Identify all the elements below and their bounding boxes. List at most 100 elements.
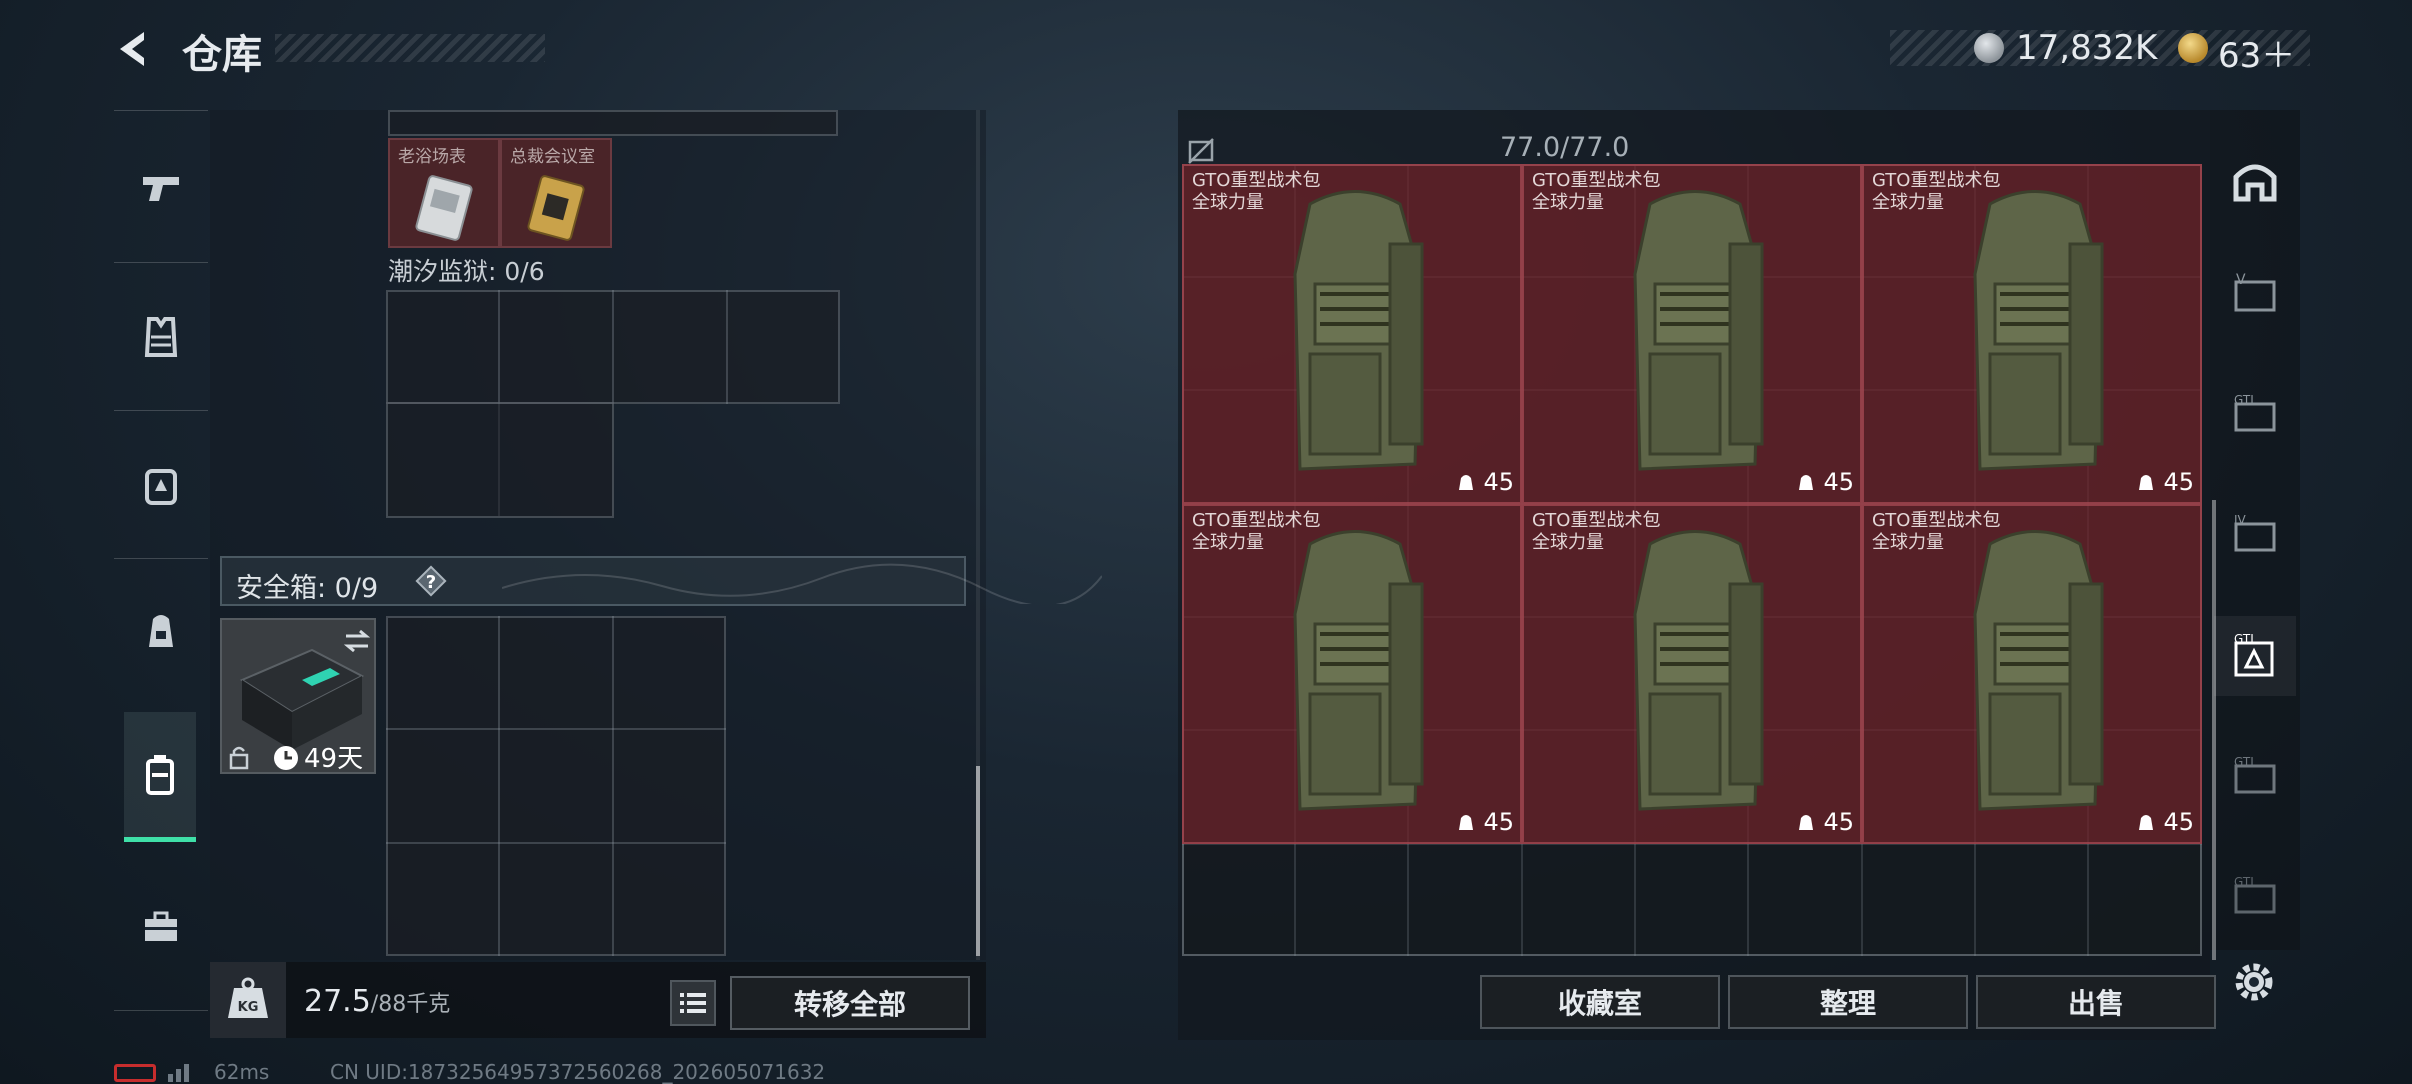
slot-divider [612, 616, 614, 956]
gti-last-icon: GTI [2234, 875, 2276, 914]
weight-capacity: /88千克 [370, 992, 451, 1017]
silver-coin-icon [1974, 33, 2004, 63]
weight-readout: 27.5/88千克 [304, 984, 450, 1019]
rail-item-toolbox[interactable] [114, 862, 208, 992]
svg-text:GTI: GTI [2234, 632, 2254, 646]
backpack-capacity: 45 [1796, 468, 1854, 496]
stash-tab-gti-active[interactable]: GTI [2214, 616, 2296, 696]
safebox-slot-grid[interactable] [386, 616, 726, 956]
rail-item-weapons[interactable] [114, 124, 208, 254]
gear-icon [2235, 963, 2273, 1001]
backpack-item[interactable]: GTO重型战术包 全球力量 45 [1522, 164, 1862, 504]
backpack-small-icon [2138, 815, 2153, 830]
gti-active-icon: GTI [2234, 632, 2274, 677]
title-decoration [275, 34, 545, 62]
sell-button[interactable]: 出售 [1976, 975, 2216, 1029]
backpack-small-icon [1458, 815, 1473, 830]
safebox-label: 安全箱: 0/9 [236, 573, 379, 604]
backpack-image [1293, 190, 1424, 471]
back-arrow-icon [120, 32, 144, 66]
slot-divider [612, 290, 614, 404]
svg-text:GTI: GTI [2234, 755, 2254, 769]
slot-divider [726, 290, 728, 404]
back-button[interactable] [110, 24, 160, 74]
svg-text:KG: KG [238, 1000, 259, 1015]
gti-iv-icon: IV [2234, 513, 2276, 552]
key-card-image [415, 175, 473, 241]
slot-divider [386, 728, 726, 730]
slot-divider [498, 616, 500, 956]
backpack-item[interactable]: GTO重型战术包 全球力量 45 [1862, 164, 2202, 504]
rail-item-backpack[interactable] [114, 566, 208, 696]
uid-readout: CN UID:18732564957372560268_202605071632 [330, 1060, 826, 1084]
rail-divider [114, 558, 208, 559]
rail-divider [114, 110, 208, 111]
currency-b-value[interactable]: 63＋ [2218, 28, 2295, 77]
svg-text:V: V [2236, 272, 2246, 288]
stash-capacity: 77.0/77.0 [1500, 132, 1630, 163]
key-card-label: 总裁会议室 [510, 147, 595, 167]
backpack-capacity: 45 [1456, 808, 1514, 836]
backpack-item[interactable]: GTO重型战术包 全球力量 45 [1522, 504, 1862, 844]
svg-text:GTI: GTI [2234, 393, 2254, 407]
tide-prison-label: 潮汐监狱: 0/6 [388, 257, 545, 286]
stash-tab-gti-last[interactable]: GTI [2214, 856, 2296, 936]
key-card-item[interactable]: 总裁会议室 [500, 138, 612, 248]
backpack-capacity: 45 [1796, 808, 1854, 836]
backpack-item[interactable]: GTO重型战术包 全球力量 45 [1182, 504, 1522, 844]
vest-icon [144, 317, 178, 357]
transfer-all-button[interactable]: 转移全部 [730, 976, 970, 1030]
rail-item-vest[interactable] [114, 272, 208, 402]
list-icon [680, 993, 706, 1013]
backpack-image [1633, 530, 1764, 811]
key-card-item[interactable]: 老浴场表 [388, 138, 500, 248]
gti-hand-icon: GTI [2234, 755, 2276, 794]
stash-tab-gti-i[interactable]: GTI [2214, 374, 2296, 454]
slot-row-partial [388, 110, 838, 136]
stash-tab-v[interactable]: V [2214, 254, 2296, 334]
slot-divider [386, 842, 726, 844]
list-view-button[interactable] [670, 980, 716, 1026]
currency-a-value: 17,832K [2016, 28, 2158, 68]
swap-icon[interactable] [342, 628, 372, 654]
hide-display-icon[interactable] [1186, 136, 1216, 166]
help-icon[interactable]: ? [414, 564, 448, 598]
backpack-small-icon [1798, 815, 1813, 830]
key-card-label: 老浴场表 [398, 147, 466, 167]
rail-item-container[interactable] [124, 712, 196, 842]
rail-divider [114, 410, 208, 411]
backpack-small-icon [1458, 475, 1473, 490]
ping-readout: 62ms [214, 1060, 270, 1084]
svg-text:?: ? [426, 572, 436, 593]
pistol-icon [143, 177, 179, 201]
organize-button[interactable]: 整理 [1728, 975, 1968, 1029]
svg-text:GTI: GTI [2234, 875, 2254, 889]
gold-coin-icon [2178, 33, 2208, 63]
signal-icon [168, 1064, 189, 1082]
backpack-image [1633, 190, 1764, 471]
backpack-capacity: 45 [2136, 468, 2194, 496]
settings-button[interactable] [2226, 954, 2282, 1010]
stash-tab-main[interactable] [2214, 140, 2296, 220]
rail-divider [114, 1010, 208, 1011]
battery-icon [114, 1064, 156, 1082]
container-icon [146, 754, 174, 795]
backpack-small-icon [1798, 475, 1813, 490]
backpack-image [1973, 190, 2104, 471]
key-slot-row[interactable] [386, 402, 614, 518]
clock-icon [274, 746, 298, 770]
arch-icon [2233, 164, 2277, 202]
backpack-icon [149, 615, 173, 647]
gti-i-icon: GTI [2234, 393, 2276, 432]
collection-room-button[interactable]: 收藏室 [1480, 975, 1720, 1029]
page-title: 仓库 [182, 32, 262, 78]
safebox-duration: 49天 [304, 744, 364, 774]
left-scrollbar[interactable] [976, 766, 980, 956]
rail-item-armor-pack[interactable] [114, 420, 208, 550]
backpack-image [1973, 530, 2104, 811]
backpack-item[interactable]: GTO重型战术包 全球力量 45 [1182, 164, 1522, 504]
tab-rail-scrollbar[interactable] [2212, 500, 2216, 960]
stash-tab-gti-iv[interactable]: IV [2214, 494, 2296, 574]
stash-tab-gti-hand[interactable]: GTI [2214, 736, 2296, 816]
backpack-item[interactable]: GTO重型战术包 全球力量 45 [1862, 504, 2202, 844]
